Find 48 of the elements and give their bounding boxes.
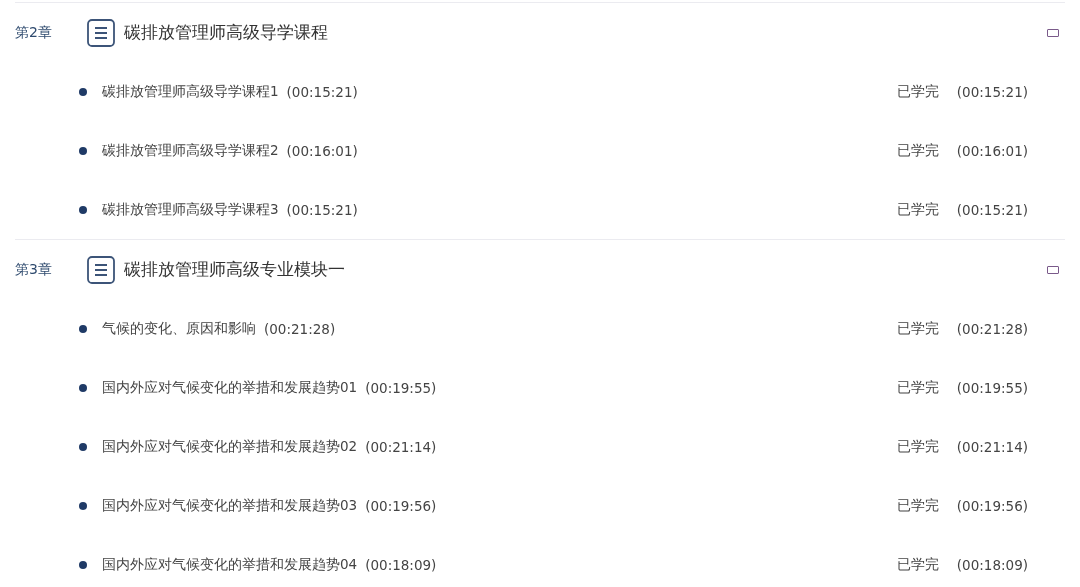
- lesson-title[interactable]: 气候的变化、原因和影响: [102, 319, 256, 338]
- bullet-icon: [79, 205, 87, 214]
- chapter-title: 碳排放管理师高级导学课程: [124, 21, 329, 44]
- lesson-status: 已学完: [896, 496, 940, 515]
- lesson-duration: (00:16:01): [286, 142, 359, 159]
- lesson-title[interactable]: 国内外应对气候变化的举措和发展趋势04: [102, 555, 358, 574]
- bullet-icon: [79, 501, 87, 510]
- lesson-title[interactable]: 碳排放管理师高级导学课程2: [102, 141, 279, 160]
- list-document-icon: [87, 255, 115, 284]
- lesson-title[interactable]: 国内外应对气候变化的举措和发展趋势01: [102, 378, 358, 397]
- lesson-duration: (00:15:21): [286, 201, 359, 218]
- lesson-status: 已学完: [896, 200, 940, 219]
- lesson-duration: (00:21:28): [264, 320, 337, 337]
- lesson-title[interactable]: 碳排放管理师高级导学课程1: [102, 82, 279, 101]
- lesson-title[interactable]: 碳排放管理师高级导学课程3: [102, 200, 279, 219]
- chapter-label: 第2章: [15, 23, 53, 42]
- bullet-icon: [79, 383, 87, 392]
- bullet-icon: [79, 442, 87, 451]
- lesson-time: (00:21:28): [956, 320, 1028, 337]
- bullet-icon: [79, 87, 87, 96]
- lesson-status: 已学完: [896, 437, 940, 456]
- chapter-title: 碳排放管理师高级专业模块一: [124, 258, 346, 281]
- bullet-icon: [79, 560, 87, 569]
- lesson-time: (00:16:01): [956, 142, 1028, 159]
- lesson-status: 已学完: [896, 82, 940, 101]
- bullet-icon: [79, 146, 87, 155]
- lesson-title[interactable]: 国内外应对气候变化的举措和发展趋势03: [102, 496, 358, 515]
- lesson-status: 已学完: [896, 378, 940, 397]
- lesson-time: (00:21:14): [956, 438, 1028, 455]
- lesson-time: (00:15:21): [956, 83, 1028, 100]
- bullet-icon: [79, 324, 87, 333]
- lesson-time: (00:15:21): [956, 201, 1028, 218]
- lesson-status: 已学完: [896, 319, 940, 338]
- lesson-time: (00:18:09): [956, 556, 1028, 573]
- lesson-time: (00:19:56): [956, 497, 1028, 514]
- lesson-status: 已学完: [896, 555, 940, 574]
- lesson-time: (00:19:55): [956, 379, 1028, 396]
- lesson-title[interactable]: 国内外应对气候变化的举措和发展趋势02: [102, 437, 358, 456]
- chapter-label: 第3章: [15, 260, 53, 279]
- lesson-status: 已学完: [896, 141, 940, 160]
- collapse-icon[interactable]: [1047, 28, 1059, 37]
- lesson-duration: (00:21:14): [365, 438, 438, 455]
- collapse-icon[interactable]: [1047, 265, 1059, 274]
- lesson-duration: (00:15:21): [286, 83, 359, 100]
- lesson-duration: (00:19:56): [365, 497, 438, 514]
- lesson-duration: (00:18:09): [365, 556, 438, 573]
- list-document-icon: [87, 18, 115, 47]
- lesson-duration: (00:19:55): [365, 379, 438, 396]
